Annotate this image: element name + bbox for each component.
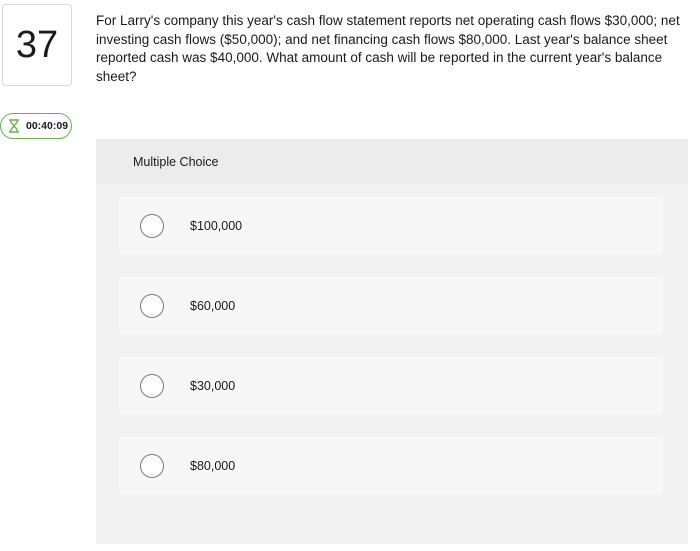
choices-panel: Multiple Choice $100,000 $60,000 $30,000… bbox=[96, 139, 688, 544]
hourglass-icon bbox=[8, 119, 20, 133]
choice-label: $30,000 bbox=[190, 379, 236, 393]
timer-badge[interactable]: 00:40:09 bbox=[0, 113, 72, 139]
timer-text: 00:40:09 bbox=[26, 120, 69, 132]
choice-option[interactable]: $30,000 bbox=[119, 357, 663, 415]
quiz-page: 37 00:40:09 For Larry's company this yea… bbox=[0, 0, 700, 551]
radio-button[interactable] bbox=[140, 294, 164, 318]
radio-button[interactable] bbox=[140, 374, 164, 398]
choice-label: $100,000 bbox=[190, 219, 243, 233]
choice-option[interactable]: $80,000 bbox=[119, 437, 663, 495]
question-text: For Larry's company this year's cash flo… bbox=[96, 13, 680, 84]
question-number: 37 bbox=[15, 23, 59, 66]
choice-option[interactable]: $60,000 bbox=[119, 277, 663, 335]
radio-button[interactable] bbox=[140, 214, 164, 238]
radio-button[interactable] bbox=[140, 454, 164, 478]
choices-header: Multiple Choice bbox=[96, 139, 688, 184]
choice-option[interactable]: $100,000 bbox=[119, 197, 663, 255]
choice-label: $60,000 bbox=[190, 299, 236, 313]
question-number-box: 37 bbox=[2, 4, 72, 86]
choice-label: $80,000 bbox=[190, 459, 236, 473]
